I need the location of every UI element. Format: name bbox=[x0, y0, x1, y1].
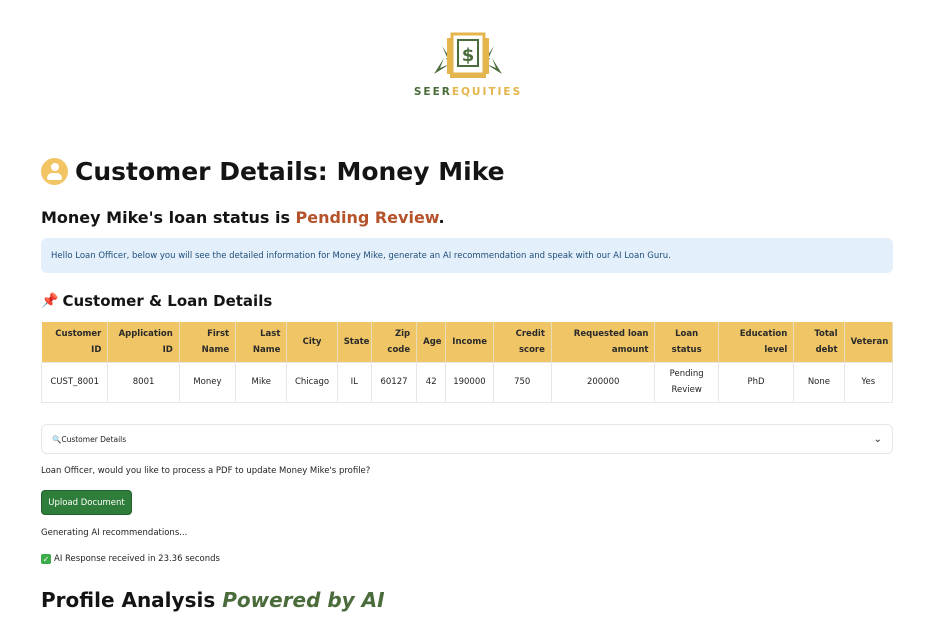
column-header-text: Requested loan bbox=[573, 328, 649, 339]
table-row: CUST_8001 8001 Money Mike Chicago IL 60127 42 19… bbox=[40, 361, 894, 403]
customer-table: Customer ID Application ID First Name Last Name… bbox=[40, 322, 894, 403]
person-circle-icon bbox=[41, 158, 68, 185]
column-header[interactable]: Zip code bbox=[371, 322, 418, 362]
loan-status-value: Pending Review bbox=[295, 208, 439, 227]
column-header-text: ID bbox=[91, 344, 102, 355]
column-header[interactable]: State bbox=[337, 322, 372, 362]
section-title: Customer & Loan Details bbox=[62, 292, 273, 310]
column-header[interactable]: Age bbox=[416, 322, 447, 362]
magnifier-icon: 🔍 bbox=[52, 434, 62, 444]
table-cell: CUST_8001 bbox=[40, 361, 109, 403]
column-header-text: Zip bbox=[394, 328, 411, 339]
column-header-text: Age bbox=[423, 336, 442, 347]
table-cell: IL bbox=[336, 361, 372, 403]
column-header-text: First bbox=[207, 328, 230, 339]
logo-text-equities: EQUITIES bbox=[451, 86, 523, 98]
upload-question: Loan Officer, would you like to process … bbox=[41, 466, 371, 476]
column-header-text: ID bbox=[162, 344, 173, 355]
table-cell: Pending Review bbox=[654, 361, 719, 403]
column-header[interactable]: Income bbox=[445, 322, 494, 362]
column-header-text: level bbox=[764, 344, 788, 355]
page-title: Customer Details: Money Mike bbox=[41, 157, 505, 186]
column-header-text: Credit bbox=[515, 328, 545, 339]
upload-document-button[interactable]: Upload Document bbox=[41, 490, 132, 515]
info-banner: Hello Loan Officer, below you will see t… bbox=[41, 238, 893, 273]
column-header-text: Total bbox=[814, 328, 838, 339]
column-header-text: Loan status bbox=[671, 328, 702, 355]
profile-analysis-heading: Profile Analysis Powered by AI bbox=[41, 588, 385, 612]
column-header-text: Education bbox=[739, 328, 788, 339]
column-header[interactable]: Last Name bbox=[235, 322, 288, 362]
table-cell: PhD bbox=[717, 361, 795, 403]
svg-text:$: $ bbox=[462, 45, 475, 66]
profile-analysis-subtitle: Powered by AI bbox=[222, 588, 385, 612]
column-header-text: State bbox=[343, 336, 370, 347]
column-header-text: Name bbox=[252, 344, 281, 355]
table-header-row: Customer ID Application ID First Name Last Name… bbox=[41, 322, 894, 362]
loan-status-prefix: Money Mike's loan status is bbox=[41, 208, 296, 227]
table-cell: Money bbox=[178, 361, 237, 403]
loan-status-suffix: . bbox=[438, 208, 445, 227]
column-header-text: score bbox=[518, 344, 545, 355]
table-cell: 190000 bbox=[445, 361, 494, 403]
table-cell: Yes bbox=[843, 361, 894, 403]
column-header-text: Veteran bbox=[850, 336, 889, 347]
page-title-text: Customer Details: Money Mike bbox=[75, 157, 505, 186]
column-header[interactable]: Application ID bbox=[107, 322, 180, 362]
logo: $ SEEREQUITIES bbox=[0, 30, 936, 98]
column-header-text: Income bbox=[452, 336, 488, 347]
loan-status-line: Money Mike's loan status is Pending Revi… bbox=[41, 208, 445, 227]
logo-text-seer: SEER bbox=[413, 86, 452, 98]
column-header-text: code bbox=[387, 344, 411, 355]
column-header[interactable]: Total debt bbox=[793, 322, 845, 362]
column-header[interactable]: Requested loan amount bbox=[551, 322, 656, 362]
customer-details-expander[interactable]: 🔍 Customer Details ⌄ bbox=[41, 424, 893, 454]
table-cell: None bbox=[793, 361, 845, 403]
column-header-text: Customer bbox=[55, 328, 102, 339]
table-cell: Chicago bbox=[286, 361, 338, 403]
table-cell: 60127 bbox=[370, 361, 418, 403]
checkmark-icon: ✓ bbox=[41, 554, 51, 564]
chevron-down-icon[interactable]: ⌄ bbox=[874, 434, 882, 445]
table-cell: 8001 bbox=[107, 361, 180, 403]
column-header-text: City bbox=[302, 336, 322, 347]
section-header: 📌 Customer & Loan Details bbox=[41, 292, 272, 310]
column-header[interactable]: Education level bbox=[718, 322, 795, 362]
profile-analysis-title: Profile Analysis bbox=[41, 588, 223, 612]
response-text: AI Response received in 23.36 seconds bbox=[54, 554, 220, 564]
dollar-building-icon: $ bbox=[434, 32, 502, 78]
column-header[interactable]: Customer ID bbox=[41, 322, 109, 362]
column-header-text: amount bbox=[611, 344, 649, 355]
column-header[interactable]: Veteran bbox=[844, 322, 894, 362]
expander-label: Customer Details bbox=[61, 434, 127, 444]
column-header-text: Name bbox=[201, 344, 230, 355]
column-header-text: Application bbox=[118, 328, 173, 339]
column-header-text: debt bbox=[815, 344, 838, 355]
column-header[interactable]: Credit score bbox=[493, 322, 552, 362]
table-cell: Mike bbox=[235, 361, 288, 403]
column-header[interactable]: First Name bbox=[179, 322, 237, 362]
generating-status: Generating AI recommendations... bbox=[41, 528, 188, 538]
table-cell: 42 bbox=[416, 361, 447, 403]
pushpin-icon: 📌 bbox=[41, 293, 59, 309]
response-status: ✓ AI Response received in 23.36 seconds bbox=[41, 554, 220, 564]
column-header[interactable]: Loan status bbox=[654, 322, 719, 362]
table-cell: 750 bbox=[492, 361, 552, 403]
column-header-text: Last bbox=[260, 328, 281, 339]
table-cell: 200000 bbox=[550, 361, 656, 403]
column-header[interactable]: City bbox=[286, 322, 338, 362]
